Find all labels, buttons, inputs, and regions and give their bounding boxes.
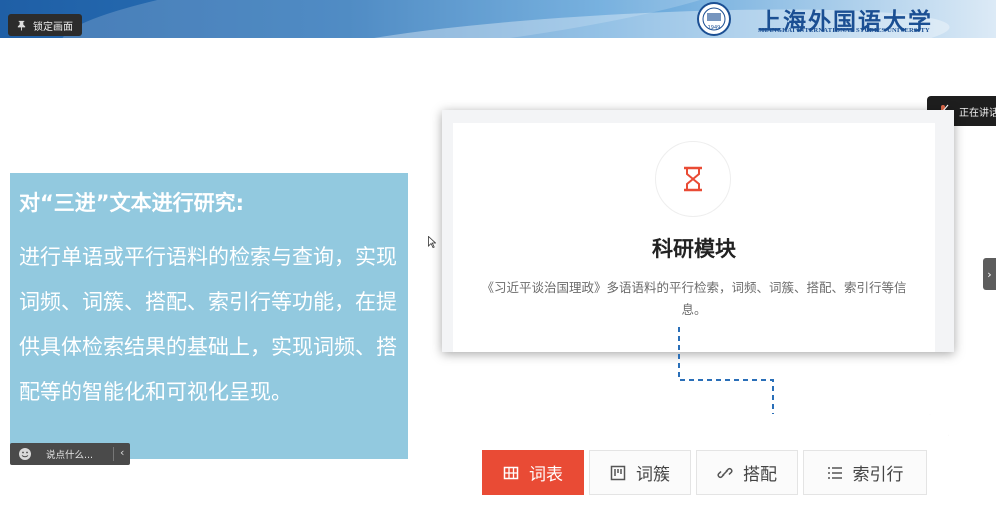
mouse-cursor-icon: [428, 236, 436, 248]
university-seal-icon: 1949: [697, 2, 731, 36]
chat-divider: [113, 447, 114, 461]
table-icon: [503, 466, 519, 479]
research-module-card[interactable]: 科研模块 《习近平谈治国理政》多语语料的平行检索，词频、词簇、搭配、索引行等信息…: [453, 123, 935, 352]
link-icon: [717, 467, 733, 478]
lock-screen-button[interactable]: 锁定画面: [8, 14, 82, 36]
cluster-icon: [610, 465, 626, 480]
chat-collapse-button[interactable]: ‹: [120, 446, 124, 459]
research-description-panel: 对“三进”文本进行研究: 进行单语或平行语料的检索与查询，实现词频、词簇、搭配、…: [10, 173, 408, 459]
university-name-en: SHANGHAI INTERNATIONAL STUDIES UNIVERSIT…: [758, 27, 930, 34]
tool-button-concordance[interactable]: 索引行: [803, 450, 927, 495]
tool-label: 索引行: [852, 465, 904, 485]
chat-input-bar[interactable]: 说点什么... ‹: [10, 443, 130, 465]
header-banner: 1949 上海外国语大学 SHANGHAI INTERNATIONAL STUD…: [0, 0, 996, 38]
card-icon-circle: [655, 141, 731, 217]
emoji-icon[interactable]: [18, 447, 32, 461]
tool-button-clusters[interactable]: 词簇: [589, 450, 691, 495]
sidebar-expand-button[interactable]: ›: [983, 258, 996, 290]
panel-heading: 对“三进”文本进行研究:: [19, 191, 245, 215]
tool-label: 词表: [529, 465, 563, 485]
panel-body: 进行单语或平行语料的检索与查询，实现词频、词簇、搭配、索引行等功能，在提供具体检…: [19, 245, 397, 404]
chevron-right-icon: ›: [987, 267, 992, 281]
chat-placeholder[interactable]: 说点什么...: [46, 447, 93, 461]
list-icon: [827, 466, 842, 479]
card-description: 《习近平谈治国理政》多语语料的平行检索，词频、词簇、搭配、索引行等信息。: [481, 280, 907, 317]
svg-text:1949: 1949: [708, 25, 721, 31]
tool-button-collocation[interactable]: 搭配: [696, 450, 798, 495]
tool-button-word-list[interactable]: 词表: [482, 450, 584, 495]
tool-label: 搭配: [743, 465, 777, 485]
card-title: 科研模块: [652, 237, 736, 261]
hourglass-icon: [684, 166, 702, 192]
pin-icon: [17, 20, 26, 31]
speaking-label: 正在讲话: [959, 107, 996, 119]
tool-label: 词簇: [636, 465, 670, 485]
lock-screen-label: 锁定画面: [33, 21, 73, 33]
